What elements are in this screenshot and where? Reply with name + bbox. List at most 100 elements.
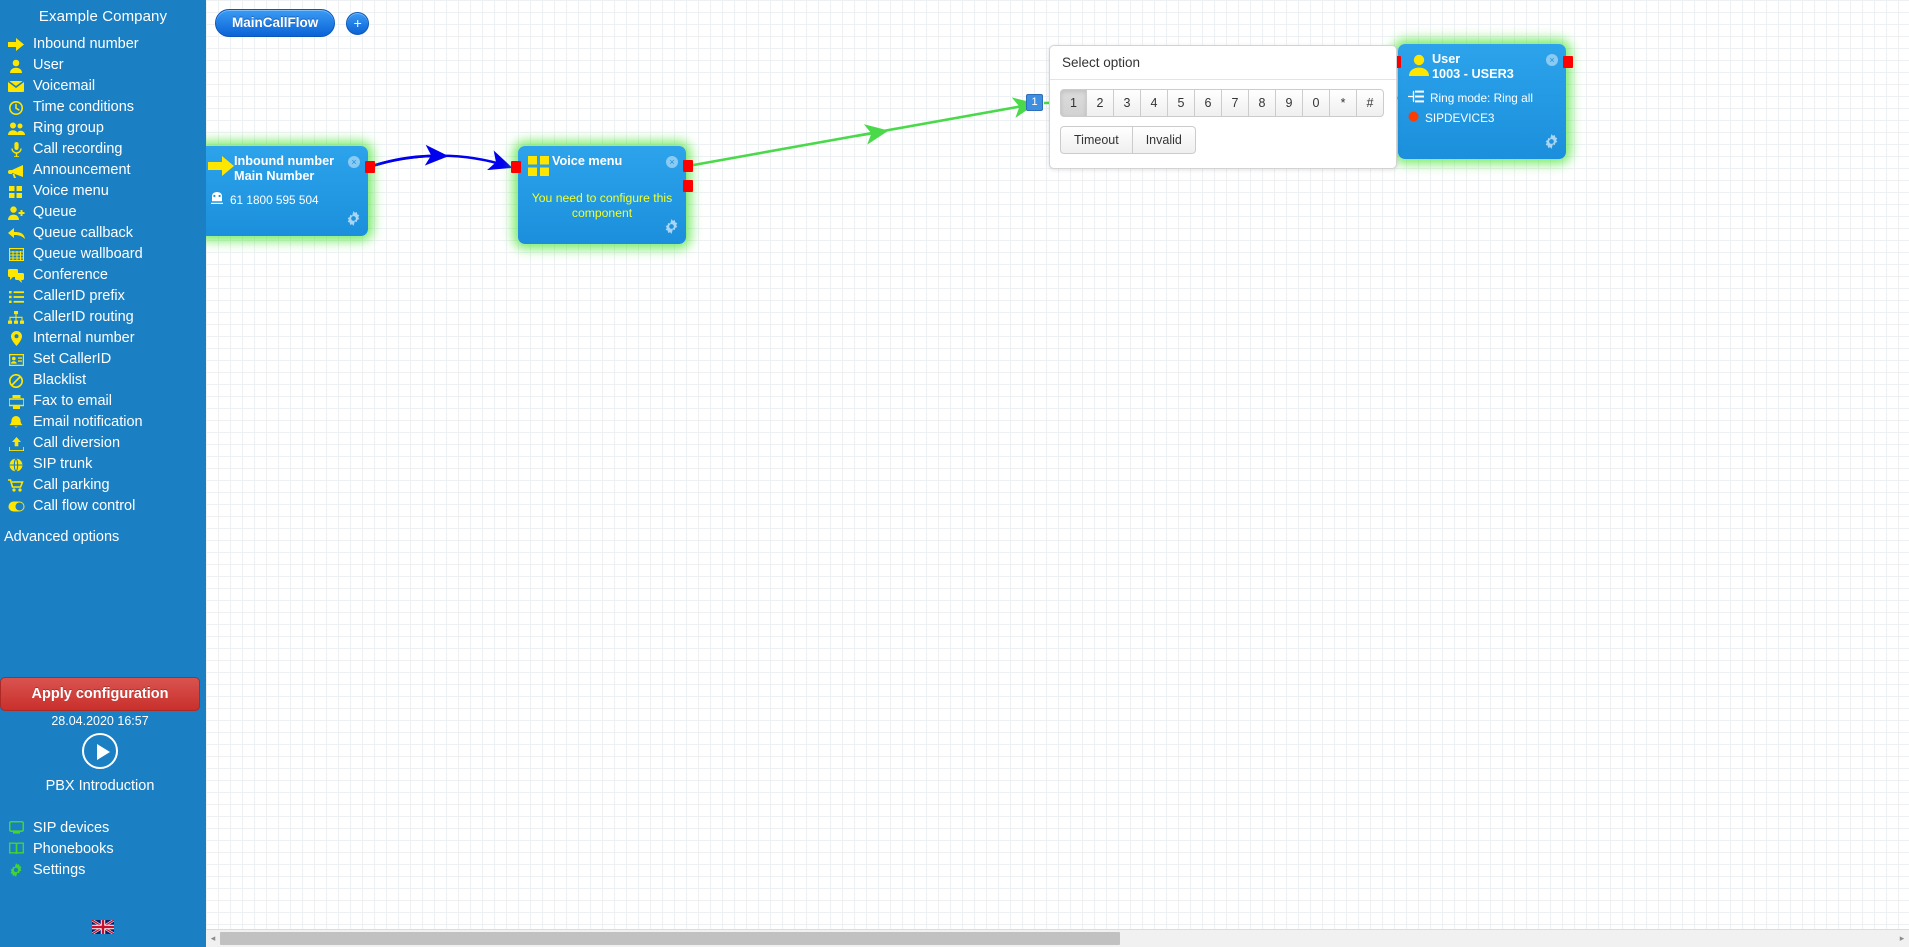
sidebar-item-inbound-number[interactable]: Inbound number (0, 34, 206, 55)
upload-arrow-icon (5, 435, 27, 453)
sidebar-item-label: Settings (33, 861, 86, 878)
node-title-group: Inbound number Main Number (234, 154, 348, 184)
scrollbar-track[interactable] (220, 930, 1895, 947)
sidebar-item-user[interactable]: User (0, 55, 206, 76)
sidebar-item-sip-devices[interactable]: SIP devices (0, 817, 206, 838)
node-subtitle: 1003 - USER3 (1432, 67, 1514, 81)
node-output-port-2[interactable] (683, 180, 693, 192)
clock-icon (5, 99, 27, 117)
language-selector[interactable] (0, 920, 206, 934)
play-icon[interactable] (82, 733, 118, 769)
sidebar-item-label: Time conditions (33, 99, 135, 116)
gear-icon[interactable] (664, 219, 679, 239)
company-title: Example Company (38, 8, 168, 25)
node-header: User 1003 - USER3 × (1398, 44, 1566, 82)
node-title: Voice menu (552, 154, 623, 168)
sidebar-item-label: SIP trunk (33, 456, 93, 473)
link-option-badge[interactable]: 1 (1026, 94, 1043, 111)
sidebar-item-sip-trunk[interactable]: SIP trunk (0, 454, 206, 475)
node-input-port[interactable] (511, 161, 521, 173)
id-card-icon (5, 351, 27, 369)
digit-key-3[interactable]: 3 (1114, 89, 1141, 117)
digit-key-5[interactable]: 5 (1168, 89, 1195, 117)
grid-squares-icon (526, 154, 552, 177)
close-icon[interactable]: × (348, 156, 360, 168)
horizontal-scrollbar[interactable]: ◂ ▸ (206, 929, 1909, 947)
digit-key-star[interactable]: * (1330, 89, 1357, 117)
pbx-introduction-block[interactable]: PBX Introduction (0, 733, 200, 794)
sidebar-item-callerid-routing[interactable]: CallerID routing (0, 307, 206, 328)
node-header: Voice menu × (518, 146, 686, 177)
node-output-port-1[interactable] (683, 160, 693, 172)
close-icon[interactable]: × (1546, 54, 1558, 66)
sidebar-item-callerid-prefix[interactable]: CallerID prefix (0, 286, 206, 307)
scrollbar-thumb[interactable] (220, 931, 1120, 945)
select-option-body: 1 2 3 4 5 6 7 8 9 0 * # Timeout Invalid (1050, 80, 1396, 168)
sidebar-item-label: Queue wallboard (33, 246, 143, 263)
digit-key-9[interactable]: 9 (1276, 89, 1303, 117)
sidebar-item-label: CallerID prefix (33, 288, 125, 305)
digit-key-hash[interactable]: # (1357, 89, 1384, 117)
sidebar-item-queue-wallboard[interactable]: Queue wallboard (0, 244, 206, 265)
gear-icon[interactable] (1544, 134, 1559, 154)
sidebar-item-call-flow-control[interactable]: Call flow control (0, 496, 206, 517)
node-user[interactable]: User 1003 - USER3 × Ring mode: Ring all … (1391, 44, 1573, 159)
digit-key-4[interactable]: 4 (1141, 89, 1168, 117)
sidebar-item-fax-to-email[interactable]: Fax to email (0, 391, 206, 412)
node-output-port[interactable] (1563, 56, 1573, 68)
digit-key-2[interactable]: 2 (1087, 89, 1114, 117)
sidebar-item-label: Blacklist (33, 372, 87, 389)
node-inbound-number[interactable]: Inbound number Main Number × 61 1800 595… (206, 146, 375, 236)
node-ring-mode-row: Ring mode: Ring all (1398, 82, 1566, 106)
sidebar-item-queue[interactable]: Queue (0, 202, 206, 223)
sidebar-item-queue-callback[interactable]: Queue callback (0, 223, 206, 244)
digit-key-1[interactable]: 1 (1060, 89, 1087, 117)
sidebar-item-call-parking[interactable]: Call parking (0, 475, 206, 496)
sidebar-item-label: SIP devices (33, 819, 110, 836)
node-header: Inbound number Main Number × (206, 146, 368, 184)
gear-icon[interactable] (346, 211, 361, 231)
scroll-left-arrow-icon[interactable]: ◂ (206, 930, 220, 947)
sidebar-item-email-notification[interactable]: Email notification (0, 412, 206, 433)
sidebar-item-ring-group[interactable]: Ring group (0, 118, 206, 139)
monitor-icon (5, 819, 27, 837)
add-flow-button[interactable]: + (346, 11, 370, 35)
flow-tab-bar: MainCallFlow + (215, 9, 370, 37)
sidebar-item-settings[interactable]: Settings (0, 859, 206, 880)
digit-key-0[interactable]: 0 (1303, 89, 1330, 117)
sidebar-item-set-callerid[interactable]: Set CallerID (0, 349, 206, 370)
flow-canvas[interactable]: MainCallFlow + Inbound number Main Numbe… (206, 0, 1909, 947)
sidebar-item-call-diversion[interactable]: Call diversion (0, 433, 206, 454)
user-plus-icon (5, 204, 27, 222)
tab-maincallflow[interactable]: MainCallFlow (215, 9, 336, 37)
envelope-icon (5, 78, 27, 96)
node-output-port[interactable] (365, 161, 375, 173)
sidebar-item-voicemail[interactable]: Voicemail (0, 76, 206, 97)
sidebar-item-blacklist[interactable]: Blacklist (0, 370, 206, 391)
digit-key-7[interactable]: 7 (1222, 89, 1249, 117)
apply-configuration-button[interactable]: Apply configuration (0, 677, 200, 711)
sidebar-item-label: Conference (33, 267, 108, 284)
sidebar-item-announcement[interactable]: Announcement (0, 160, 206, 181)
node-voice-menu[interactable]: Voice menu × You need to configure this … (511, 146, 693, 244)
advanced-options-link[interactable]: Advanced options (0, 529, 206, 545)
node-title-group: Voice menu (552, 154, 666, 169)
sidebar-item-voice-menu[interactable]: Voice menu (0, 181, 206, 202)
digit-key-8[interactable]: 8 (1249, 89, 1276, 117)
invalid-button[interactable]: Invalid (1132, 126, 1196, 154)
sidebar: Example Company Inbound number User Voic… (0, 0, 206, 947)
digit-key-6[interactable]: 6 (1195, 89, 1222, 117)
sidebar-item-phonebooks[interactable]: Phonebooks (0, 838, 206, 859)
sidebar-item-internal-number[interactable]: Internal number (0, 328, 206, 349)
pbx-introduction-label: PBX Introduction (45, 778, 155, 794)
close-icon[interactable]: × (666, 156, 678, 168)
sidebar-item-conference[interactable]: Conference (0, 265, 206, 286)
timeout-button[interactable]: Timeout (1060, 126, 1133, 154)
sidebar-item-call-recording[interactable]: Call recording (0, 139, 206, 160)
globe-icon (5, 456, 27, 474)
speech-bubbles-icon (5, 267, 27, 285)
scroll-right-arrow-icon[interactable]: ▸ (1895, 930, 1909, 947)
sidebar-item-label: Phonebooks (33, 840, 114, 857)
microphone-icon (5, 141, 27, 159)
sidebar-item-time-conditions[interactable]: Time conditions (0, 97, 206, 118)
